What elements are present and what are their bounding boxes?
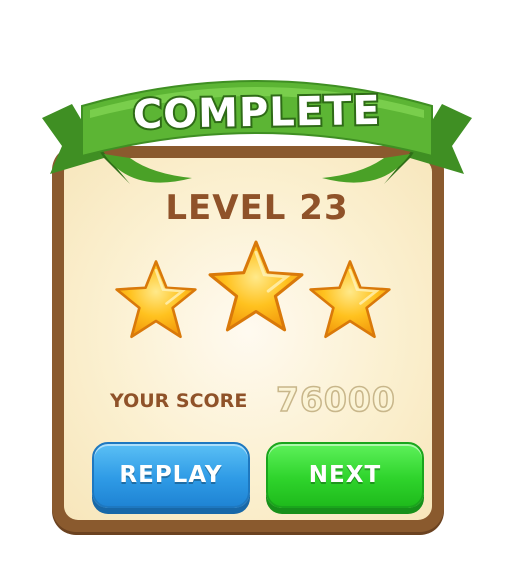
replay-button-label: REPLAY — [119, 462, 223, 488]
star-icon — [204, 238, 308, 336]
level-complete-screen: COMPLETE LEVEL 23 YOUR SCORE 76000 REPLA… — [0, 0, 517, 574]
score-label: YOUR SCORE — [110, 390, 248, 412]
star-icon — [306, 258, 394, 342]
banner-title: COMPLETE — [132, 88, 381, 138]
complete-banner: COMPLETE — [42, 66, 472, 206]
level-title: LEVEL 23 — [165, 188, 349, 228]
next-button[interactable]: NEXT — [266, 442, 424, 508]
next-button-label: NEXT — [308, 462, 382, 488]
replay-button[interactable]: REPLAY — [92, 442, 250, 508]
score-value: 76000 — [275, 379, 396, 420]
star-icon — [112, 258, 200, 342]
